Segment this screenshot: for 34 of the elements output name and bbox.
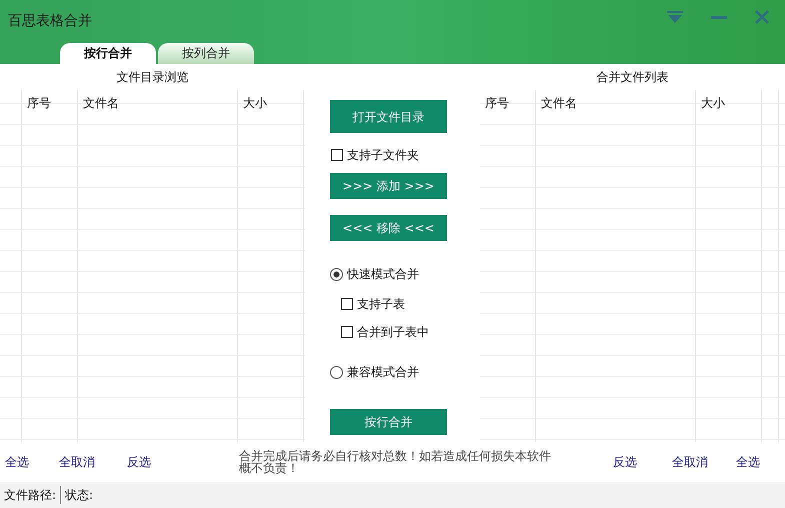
- radio-label: 兼容模式合并: [347, 364, 419, 381]
- radio-button[interactable]: [330, 366, 343, 378]
- remove-button[interactable]: <<< 移除 <<<: [330, 215, 447, 241]
- text-link[interactable]: 全选: [736, 453, 760, 471]
- panel-title: 文件目录浏览: [116, 69, 190, 86]
- checkbox[interactable]: [331, 149, 343, 161]
- merge-button[interactable]: 按行合并: [330, 409, 447, 435]
- radio-label: 快速模式合并: [347, 266, 419, 283]
- column-header: 大小: [700, 95, 726, 112]
- column-header: 大小: [242, 95, 268, 112]
- add-button[interactable]: >>> 添加 >>>: [330, 173, 447, 199]
- open-folder-button[interactable]: 打开文件目录: [330, 100, 447, 133]
- window-title: 百思表格合并: [8, 12, 92, 31]
- text-link[interactable]: 全取消: [59, 453, 95, 471]
- text-link[interactable]: 反选: [127, 453, 151, 471]
- checkbox-label: 合并到子表中: [357, 324, 429, 341]
- column-header: 文件名: [82, 95, 120, 112]
- panel-title: 合并文件列表: [596, 69, 670, 86]
- text-link[interactable]: 反选: [613, 453, 637, 471]
- tab[interactable]: 按行合并: [60, 43, 156, 64]
- checkbox-label: 支持子文件夹: [347, 147, 419, 164]
- column-header: 序号: [484, 95, 510, 112]
- text-link[interactable]: 全选: [5, 453, 29, 471]
- checkbox[interactable]: [341, 326, 353, 338]
- status-label: 状态:: [64, 487, 94, 504]
- column-header: 序号: [26, 95, 52, 112]
- tab[interactable]: 按列合并: [158, 43, 254, 64]
- column-header: 文件名: [540, 95, 578, 112]
- notice-text: 合并完成后请务必自行核对总数！如若造成任何损失本软件概不负责！: [239, 450, 552, 474]
- checkbox-label: 支持子表: [357, 296, 405, 313]
- status-label: 文件路径:: [0, 486, 62, 504]
- checkbox[interactable]: [341, 298, 353, 310]
- text-link[interactable]: 全取消: [672, 453, 708, 471]
- radio-button[interactable]: [330, 268, 343, 280]
